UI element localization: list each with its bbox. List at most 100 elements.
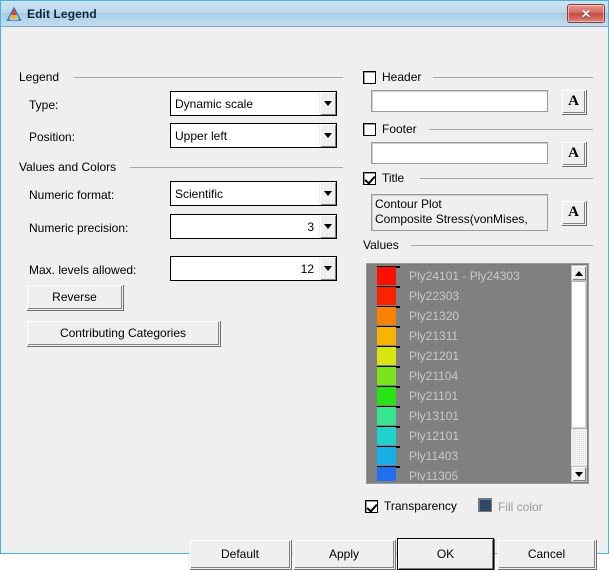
list-item[interactable]: Ply13101 <box>369 406 570 426</box>
close-button[interactable]: ✕ <box>567 4 605 23</box>
scroll-track[interactable] <box>571 281 587 466</box>
type-combo-arrow[interactable] <box>319 92 336 115</box>
max-levels-arrow[interactable] <box>319 257 336 280</box>
ok-button[interactable]: OK <box>397 538 494 570</box>
legend-group-label: Legend <box>19 70 63 84</box>
list-item-label: Ply21320 <box>409 309 460 323</box>
header-font-button[interactable]: A <box>561 89 586 114</box>
footer-group-divider <box>429 129 593 130</box>
values-list-scrollbar[interactable] <box>571 265 587 482</box>
color-swatch[interactable] <box>377 267 396 285</box>
position-combo-arrow[interactable] <box>319 124 336 147</box>
list-item[interactable]: Ply21201 <box>369 346 570 366</box>
list-item[interactable]: Ply21320 <box>369 306 570 326</box>
numeric-precision-arrow[interactable] <box>319 215 336 238</box>
values-list: Ply24101 - Ply24303 Ply22303 Ply21320 Ply21… <box>369 266 570 481</box>
apply-button[interactable]: Apply <box>293 539 395 569</box>
color-swatch[interactable] <box>377 287 396 305</box>
footer-checkbox-label: Footer <box>382 122 417 136</box>
list-item[interactable]: Ply21104 <box>369 366 570 386</box>
header-input[interactable] <box>371 90 548 112</box>
window-title: Edit Legend <box>27 6 97 21</box>
fill-color-swatch[interactable] <box>478 498 492 512</box>
footer-input[interactable] <box>371 142 548 164</box>
header-checkbox[interactable]: Header <box>363 70 426 84</box>
title-line-2: Composite Stress(vonMises, <box>375 212 528 226</box>
title-line-1: Contour Plot <box>375 197 442 211</box>
footer-font-button[interactable]: A <box>561 141 586 166</box>
title-checkbox-label: Title <box>382 171 405 185</box>
header-checkbox-label: Header <box>382 70 422 84</box>
list-item-label: Ply21311 <box>409 329 459 343</box>
list-item[interactable]: Ply11403 <box>369 446 570 466</box>
reverse-button[interactable]: Reverse <box>26 284 123 310</box>
scroll-up-button[interactable] <box>571 265 587 281</box>
color-swatch[interactable] <box>377 347 396 365</box>
type-combo[interactable]: Dynamic scale <box>170 91 337 116</box>
triangle-down-icon <box>575 471 583 477</box>
values-listbox[interactable]: Ply24101 - Ply24303 Ply22303 Ply21320 Ply21… <box>366 263 589 484</box>
list-item[interactable]: Ply24101 - Ply24303 <box>369 266 570 286</box>
type-combo-value: Dynamic scale <box>175 96 254 111</box>
position-label: Position: <box>29 130 76 144</box>
list-item-label: Ply11305 <box>409 469 459 481</box>
color-swatch[interactable] <box>377 467 396 481</box>
default-button[interactable]: Default <box>189 539 291 569</box>
list-item[interactable]: Ply22303 <box>369 286 570 306</box>
cancel-button[interactable]: Cancel <box>497 539 596 569</box>
footer-checkbox-box[interactable] <box>363 122 376 136</box>
legend-group-divider <box>74 77 343 78</box>
chevron-down-icon <box>324 266 332 271</box>
list-item[interactable]: Ply12101 <box>369 426 570 446</box>
scroll-down-button[interactable] <box>571 466 587 482</box>
list-item-label: Ply24101 - Ply24303 <box>409 269 520 283</box>
color-swatch-wrapper <box>377 346 400 366</box>
transparency-checkbox-box[interactable] <box>365 499 378 513</box>
triangle-up-icon <box>575 270 583 276</box>
title-font-icon: A <box>568 204 579 220</box>
color-swatch-wrapper <box>377 366 400 386</box>
scroll-thumb[interactable] <box>571 281 587 429</box>
list-item[interactable]: Ply11305 <box>369 466 570 481</box>
color-swatch[interactable] <box>377 367 396 385</box>
color-swatch[interactable] <box>377 427 396 445</box>
transparency-checkbox[interactable]: Transparency <box>365 499 461 513</box>
ok-button-label: OK <box>436 547 455 561</box>
position-combo[interactable]: Upper left <box>170 123 337 148</box>
numeric-format-value: Scientific <box>175 186 224 201</box>
numeric-format-arrow[interactable] <box>319 182 336 205</box>
title-font-button[interactable]: A <box>561 200 586 225</box>
chevron-down-icon <box>324 224 332 229</box>
list-item[interactable]: Ply21101 <box>369 386 570 406</box>
numeric-precision-combo[interactable]: 3 <box>170 214 337 239</box>
list-item[interactable]: Ply21311 <box>369 326 570 346</box>
contributing-categories-button[interactable]: Contributing Categories <box>26 320 220 346</box>
chevron-down-icon <box>324 101 332 106</box>
color-swatch-wrapper <box>377 466 400 481</box>
contributing-categories-label: Contributing Categories <box>59 326 187 340</box>
values-group-label: Values <box>363 238 402 252</box>
chevron-down-icon <box>324 133 332 138</box>
list-item-label: Ply12101 <box>409 429 460 443</box>
list-item-label: Ply21104 <box>409 369 459 383</box>
footer-checkbox[interactable]: Footer <box>363 122 421 136</box>
color-swatch[interactable] <box>377 327 396 345</box>
list-item-label: Ply11403 <box>409 449 459 463</box>
title-checkbox-box[interactable] <box>363 171 376 185</box>
header-checkbox-box[interactable] <box>363 70 376 84</box>
fill-color-label: Fill color <box>498 500 543 514</box>
color-swatch[interactable] <box>377 307 396 325</box>
title-textarea[interactable]: Contour Plot Composite Stress(vonMises, <box>371 194 548 231</box>
title-bar[interactable]: Edit Legend ✕ <box>1 1 608 27</box>
max-levels-combo[interactable]: 12 <box>170 256 337 281</box>
numeric-format-combo[interactable]: Scientific <box>170 181 337 206</box>
color-swatch[interactable] <box>377 407 396 425</box>
color-swatch[interactable] <box>377 447 396 465</box>
title-checkbox[interactable]: Title <box>363 171 409 185</box>
max-levels-label: Max. levels allowed: <box>29 263 137 277</box>
apply-button-label: Apply <box>328 547 360 561</box>
color-swatch-wrapper <box>377 286 400 306</box>
reverse-button-label: Reverse <box>52 290 97 304</box>
color-swatch-wrapper <box>377 386 400 406</box>
color-swatch[interactable] <box>377 387 396 405</box>
